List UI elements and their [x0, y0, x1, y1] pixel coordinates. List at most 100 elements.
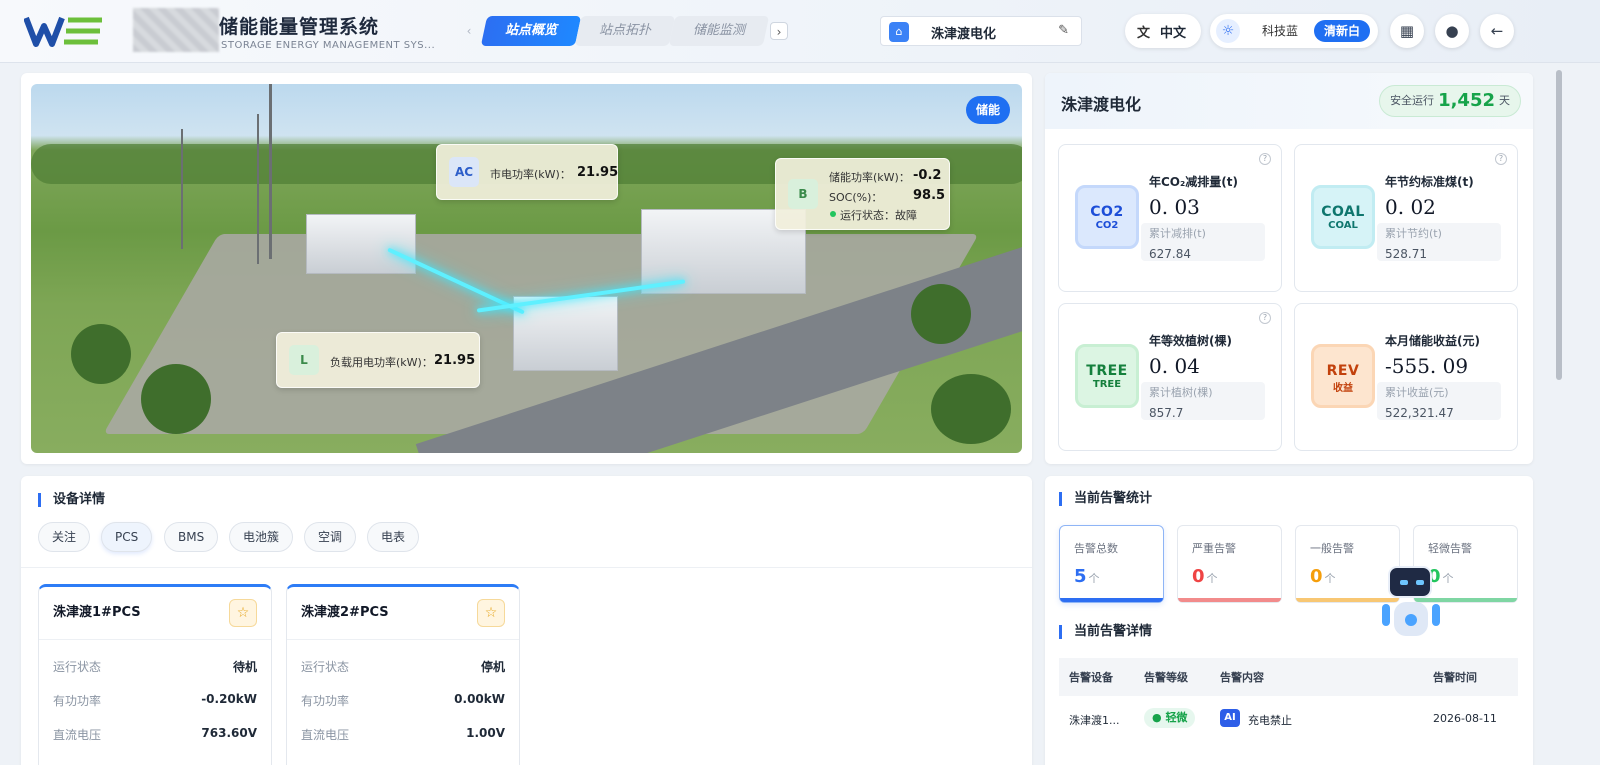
- back-arrow-icon[interactable]: ←: [1480, 14, 1514, 48]
- alarm-severe-label: 严重告警: [1192, 542, 1236, 555]
- summary-header: 洙津渡电化 安全运行 1,452 天: [1045, 73, 1533, 129]
- filter-meter[interactable]: 电表: [367, 522, 420, 552]
- device-card-pcs-1[interactable]: 洙津渡1#PCS ☆ 运行状态 待机 有功功率 -0.20kW 直流电压 763…: [38, 584, 272, 765]
- safe-run-unit: 天: [1499, 94, 1510, 107]
- safe-run-badge: 安全运行 1,452 天: [1379, 85, 1521, 117]
- filter-air-conditioner[interactable]: 空调: [304, 522, 357, 552]
- filter-battery-cluster[interactable]: 电池簇: [229, 522, 294, 552]
- site-selector-label: 洙津渡电化: [931, 27, 997, 42]
- grid-power-card[interactable]: AC 市电功率(kW)： 21.95: [436, 144, 618, 200]
- device-card-pcs-2[interactable]: 洙津渡2#PCS ☆ 运行状态 停机 有功功率 0.00kW 直流电压 1.00…: [286, 584, 520, 765]
- alarm-severe-value: 0个: [1192, 566, 1218, 587]
- robot-assistant-icon[interactable]: [1378, 562, 1444, 648]
- coal-sub-label: 累计节约(t): [1385, 227, 1442, 240]
- tree-sub-label: 累计植树(棵): [1149, 386, 1213, 399]
- revenue-sub-label: 累计收益(元): [1385, 386, 1449, 399]
- tab-storage-monitor[interactable]: 储能监测: [668, 16, 770, 46]
- help-icon[interactable]: ?: [1259, 312, 1271, 324]
- alarm-minor-label: 轻微告警: [1428, 542, 1472, 555]
- edit-icon[interactable]: ✎: [1058, 23, 1069, 38]
- tree-value: 0. 04: [1149, 354, 1200, 378]
- tab-prev-arrow[interactable]: ‹: [460, 22, 478, 40]
- alarm-total-card[interactable]: 告警总数 5个: [1059, 525, 1164, 603]
- alarm-device: 洙津渡1...: [1069, 714, 1120, 727]
- co2-sub-value: 627.84: [1149, 247, 1191, 261]
- tab-site-topology[interactable]: 站点拓扑: [574, 16, 676, 46]
- help-icon[interactable]: ?: [1495, 153, 1507, 165]
- revenue-icon: REV 收益: [1311, 344, 1375, 408]
- revenue-stat-card: REV 收益 本月储能收益(元) -555. 09 累计收益(元) 522,321…: [1294, 303, 1518, 451]
- site-3d-scene: 储能 AC 市电功率(kW)： 21.95 B 储能功率(kW)： -0.2 S…: [31, 84, 1022, 453]
- star-icon[interactable]: ☆: [229, 599, 257, 627]
- revenue-value: -555. 09: [1385, 354, 1469, 378]
- company-logo: [24, 16, 102, 47]
- storage-status-card[interactable]: B 储能功率(kW)： -0.2 SOC(%)： 98.5 运行状态：故障: [775, 158, 950, 230]
- ai-icon[interactable]: AI: [1220, 709, 1240, 727]
- load-power-card[interactable]: L 负载用电功率(kW)： 21.95: [276, 332, 480, 388]
- active-power-label: 有功功率: [53, 694, 102, 708]
- battery-tag: B: [788, 179, 818, 209]
- site-selector[interactable]: ⌂ 洙津渡电化 ✎: [880, 16, 1082, 46]
- help-icon[interactable]: ?: [1259, 153, 1271, 165]
- alarm-level-badge: ● 轻微: [1144, 708, 1196, 728]
- active-power-value: -0.20kW: [201, 692, 257, 706]
- run-status-label: 运行状态：故障: [840, 209, 917, 222]
- revenue-title: 本月储能收益(元): [1385, 334, 1480, 348]
- device-name: 洙津渡1#PCS: [53, 605, 141, 620]
- grid-power-label: 市电功率(kW)：: [490, 168, 571, 181]
- co2-icon: CO2 CO2: [1075, 185, 1139, 249]
- status-value: 待机: [232, 660, 257, 674]
- top-header: 储能能量管理系统 STORAGE ENERGY MANAGEMENT SYS..…: [0, 0, 1600, 63]
- theme-tech-blue[interactable]: 科技蓝: [1252, 20, 1308, 42]
- dc-voltage-value: 763.60V: [201, 726, 257, 740]
- col-content: 告警内容: [1220, 671, 1264, 684]
- alarm-total-label: 告警总数: [1074, 542, 1118, 555]
- divider: [39, 639, 271, 640]
- divider: [21, 567, 1032, 568]
- alarm-general-value: 0个: [1310, 566, 1336, 587]
- col-time: 告警时间: [1433, 671, 1477, 684]
- load-power-label: 负载用电功率(kW)：: [330, 356, 433, 369]
- coal-title: 年节约标准煤(t): [1385, 175, 1474, 189]
- system-subtitle: STORAGE ENERGY MANAGEMENT SYS...: [221, 40, 436, 51]
- theme-switch: ☼ 科技蓝 清新白: [1210, 14, 1378, 48]
- alarm-total-bar: [1060, 598, 1163, 602]
- active-power-value: 0.00kW: [454, 692, 505, 706]
- alarm-severe-card[interactable]: 严重告警 0个: [1177, 525, 1282, 603]
- soc-value: 98.5: [913, 188, 946, 203]
- status-label: 运行状态: [301, 660, 350, 674]
- storage-badge[interactable]: 储能: [965, 96, 1010, 124]
- coal-stat-card: ? COAL COAL 年节约标准煤(t) 0. 02 累计节约(t) 528.7…: [1294, 144, 1518, 292]
- storage-power-label: 储能功率(kW)：: [829, 171, 910, 184]
- load-power-value: 21.95: [434, 353, 476, 368]
- user-icon[interactable]: ●: [1435, 14, 1469, 48]
- co2-value: 0. 03: [1149, 195, 1200, 219]
- filter-favorites[interactable]: 关注: [38, 522, 91, 552]
- sun-icon[interactable]: ☼: [1216, 19, 1240, 43]
- home-icon: ⌂: [889, 22, 909, 42]
- site-summary-panel: 洙津渡电化 安全运行 1,452 天 ? CO2 CO2 年CO₂减排量(t) 0. …: [1045, 73, 1533, 464]
- tree-sub-value: 857.7: [1149, 406, 1184, 420]
- blurred-logo-text: [133, 8, 219, 52]
- language-switch[interactable]: 文 中文: [1125, 14, 1201, 48]
- grid-power-value: 21.95: [577, 165, 619, 180]
- filter-bms[interactable]: BMS: [164, 522, 219, 552]
- filter-pcs[interactable]: PCS: [101, 522, 153, 552]
- theme-fresh-white[interactable]: 清新白: [1314, 20, 1371, 42]
- coal-sub-value: 528.71: [1385, 247, 1427, 261]
- divider: [287, 639, 519, 640]
- co2-title: 年CO₂减排量(t): [1149, 175, 1238, 189]
- status-dot-icon: [830, 211, 836, 217]
- alarm-general-label: 一般告警: [1310, 542, 1354, 555]
- coal-value: 0. 02: [1385, 195, 1436, 219]
- storage-power-value: -0.2: [913, 168, 942, 183]
- page-scrollbar[interactable]: [1556, 70, 1562, 380]
- tree-icon: TREE TREE: [1075, 344, 1139, 408]
- safe-run-label: 安全运行: [1390, 94, 1435, 107]
- tab-site-overview[interactable]: 站点概览: [480, 16, 582, 46]
- pcs-cabin: [513, 296, 618, 371]
- alarm-table-header: 告警设备 告警等级 告警内容 告警时间: [1059, 658, 1518, 696]
- apps-grid-icon[interactable]: ▦: [1390, 14, 1424, 48]
- star-icon[interactable]: ☆: [477, 599, 505, 627]
- tab-next-arrow[interactable]: ›: [770, 22, 788, 40]
